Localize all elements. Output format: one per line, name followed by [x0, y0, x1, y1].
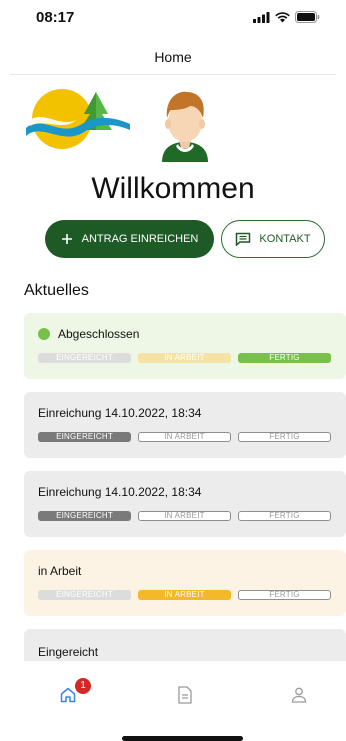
step-in-progress: IN ARBEIT — [138, 511, 231, 521]
status-bar: 08:17 — [0, 0, 346, 36]
signal-icon — [253, 11, 270, 23]
tab-bar — [0, 668, 346, 718]
tab-documents[interactable] — [172, 682, 198, 708]
news-list: Abgeschlossen EINGEREICHT IN ARBEIT FERT… — [0, 313, 346, 661]
contact-label: KONTAKT — [259, 233, 311, 245]
step-done: FERTIG — [238, 353, 331, 363]
status-card[interactable]: in Arbeit EINGEREICHT IN ARBEIT FERTIG — [24, 550, 346, 616]
step-done: FERTIG — [238, 432, 331, 442]
step-in-progress: IN ARBEIT — [138, 590, 231, 600]
status-time: 08:17 — [36, 9, 75, 26]
step-done: FERTIG — [238, 590, 331, 600]
status-card-title: Einreichung 14.10.2022, 18:34 — [38, 406, 202, 420]
step-submitted: EINGEREICHT — [38, 590, 131, 600]
status-icons — [253, 11, 320, 23]
welcome-heading: Willkommen — [91, 172, 255, 205]
status-card[interactable]: Abgeschlossen EINGEREICHT IN ARBEIT FERT… — [24, 313, 346, 379]
battery-icon — [295, 11, 320, 23]
status-card[interactable]: Einreichung 14.10.2022, 18:34 EINGEREICH… — [24, 392, 346, 458]
notification-badge: 1 — [75, 678, 91, 694]
status-card-title: Abgeschlossen — [38, 327, 139, 341]
status-card-title-text: Abgeschlossen — [58, 327, 140, 341]
home-indicator — [122, 736, 243, 741]
step-in-progress: IN ARBEIT — [138, 432, 231, 442]
document-icon — [178, 686, 192, 704]
profile-icon — [291, 687, 307, 703]
step-submitted: EINGEREICHT — [38, 511, 131, 521]
section-title: Aktuelles — [24, 282, 89, 299]
submit-application-label: ANTRAG EINREICHEN — [81, 233, 199, 245]
status-card-title: Einreichung 14.10.2022, 18:34 — [38, 485, 202, 499]
status-card-title: in Arbeit — [38, 564, 82, 578]
step-submitted: EINGEREICHT — [38, 353, 131, 363]
page-title: Home — [154, 49, 192, 65]
plus-icon — [61, 234, 72, 244]
nav-divider — [10, 74, 336, 75]
wifi-icon — [275, 11, 290, 22]
status-card[interactable]: Einreichung 14.10.2022, 18:34 EINGEREICH… — [24, 471, 346, 537]
step-submitted: EINGEREICHT — [38, 432, 131, 442]
status-card-title: Eingereicht — [38, 645, 99, 659]
completed-dot-icon — [38, 328, 50, 340]
message-icon — [236, 232, 251, 246]
status-card[interactable]: Eingereicht — [24, 629, 346, 661]
avatar — [162, 91, 208, 162]
home-icon — [60, 687, 76, 703]
contact-button[interactable]: KONTAKT — [221, 220, 325, 258]
app-logo — [26, 89, 130, 149]
navigation-bar: Home — [0, 36, 346, 76]
submit-application-button[interactable]: ANTRAG EINREICHEN — [45, 220, 214, 258]
step-in-progress: IN ARBEIT — [138, 353, 231, 363]
tab-profile[interactable] — [286, 682, 312, 708]
step-done: FERTIG — [238, 511, 331, 521]
